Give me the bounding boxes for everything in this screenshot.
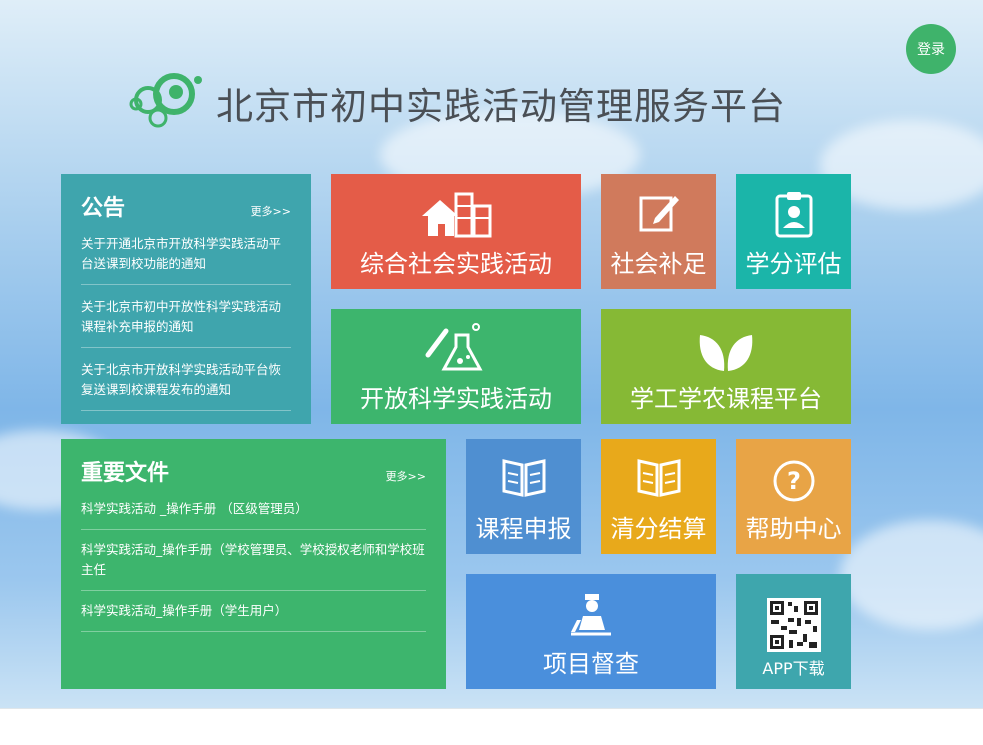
- tile-help-center[interactable]: ? 帮助中心: [736, 439, 851, 554]
- tile-label: 综合社会实践活动: [360, 250, 552, 278]
- leaves-icon: [601, 329, 851, 373]
- question-icon: ?: [736, 459, 851, 503]
- tile-project-inspection[interactable]: 项目督查: [466, 574, 716, 689]
- book-icon: [601, 457, 716, 497]
- tile-course-apply[interactable]: 课程申报: [466, 439, 581, 554]
- tile-clearing-settlement[interactable]: 清分结算: [601, 439, 716, 554]
- documents-title: 重要文件: [81, 461, 170, 486]
- book-icon: [466, 457, 581, 497]
- tile-label: 课程申报: [475, 515, 572, 543]
- logo-icon: [124, 68, 208, 130]
- edit-icon: [601, 190, 716, 234]
- tile-app-download[interactable]: APP下载: [736, 574, 851, 689]
- tile-label: 学分评估: [745, 250, 842, 278]
- page-title: 北京市初中实践活动管理服务平台: [216, 85, 786, 128]
- tile-label: 项目督查: [543, 650, 639, 678]
- flask-icon: [331, 321, 581, 373]
- tile-open-science[interactable]: 开放科学实践活动: [331, 309, 581, 424]
- tile-label: APP下载: [762, 659, 825, 678]
- tile-social-practice[interactable]: 综合社会实践活动: [331, 174, 581, 289]
- cloud-decoration: [840, 520, 983, 630]
- inspector-icon: [466, 590, 716, 638]
- tile-label: 社会补足: [610, 250, 707, 278]
- login-button[interactable]: 登录: [906, 24, 956, 74]
- svg-text:?: ?: [787, 467, 801, 495]
- qr-code-icon: [736, 598, 851, 652]
- notice-more-link[interactable]: 更多>>: [251, 203, 291, 219]
- document-item[interactable]: 科学实践活动_操作手册（学生用户）: [81, 601, 426, 632]
- notice-item[interactable]: 关于北京市开放科学实践活动平台恢复送课到校课程发布的通知: [81, 358, 291, 411]
- tile-label: 帮助中心: [745, 515, 842, 543]
- documents-panel: 重要文件 更多>> 科学实践活动 _操作手册 （区级管理员） 科学实践活动_操作…: [61, 439, 446, 689]
- notice-item[interactable]: 关于北京市初中开放性科学实践活动课程补充申报的通知: [81, 295, 291, 348]
- tile-label: 清分结算: [610, 515, 707, 543]
- notice-title: 公告: [81, 196, 126, 221]
- clipboard-user-icon: [736, 190, 851, 238]
- tile-social-makeup[interactable]: 社会补足: [601, 174, 716, 289]
- tile-credit-evaluation[interactable]: 学分评估: [736, 174, 851, 289]
- document-item[interactable]: 科学实践活动 _操作手册 （区级管理员）: [81, 499, 426, 530]
- buildings-icon: [331, 190, 581, 238]
- footer-bar: [0, 708, 983, 745]
- tile-farm-course[interactable]: 学工学农课程平台: [601, 309, 851, 424]
- documents-more-link[interactable]: 更多>>: [386, 468, 426, 484]
- notice-panel: 公告 更多>> 关于开通北京市开放科学实践活动平台送课到校功能的通知 关于北京市…: [61, 174, 311, 424]
- document-item[interactable]: 科学实践活动_操作手册（学校管理员、学校授权老师和学校班主任: [81, 540, 426, 591]
- tile-label: 开放科学实践活动: [360, 385, 552, 413]
- tile-label: 学工学农课程平台: [630, 385, 822, 413]
- notice-item[interactable]: 关于开通北京市开放科学实践活动平台送课到校功能的通知: [81, 232, 291, 285]
